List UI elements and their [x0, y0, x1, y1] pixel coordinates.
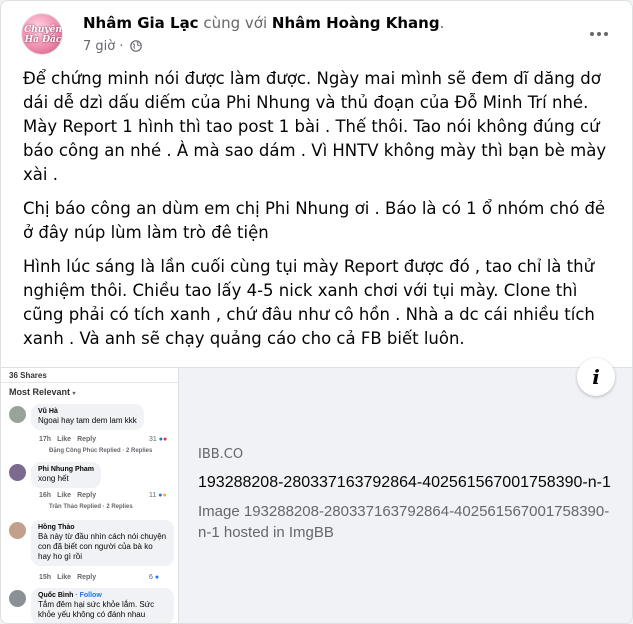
post-text: Để chứng minh nói được làm được. Ngày ma…	[23, 67, 615, 361]
comment-text: Ngoai hay tam dem lam kkk	[38, 416, 137, 425]
comment-actions: 16h Like Reply	[39, 492, 97, 499]
comment-bubble: Vũ Hà Ngoai hay tam dem lam kkk	[31, 404, 144, 430]
comment-reactions: 31 ●●	[149, 436, 168, 443]
link-meta[interactable]: IBB.CO 193288208-280337163792864-4025615…	[198, 446, 618, 543]
post-time[interactable]: 7 giờ	[83, 39, 115, 54]
comment-text: Tắm đêm hại sức khỏe lắm. Sức khỏe yếu k…	[38, 600, 155, 619]
commenter-avatar	[9, 464, 26, 481]
comment-actions: 15h Like Reply	[39, 574, 97, 581]
comment-replies: Trần Thảo Replied · 2 Replies	[49, 504, 133, 510]
commenter-name: Phi Nhung Pham	[38, 466, 94, 473]
comment-reactions: 11 ●●	[149, 492, 167, 499]
comment-bubble: Hồng Thảo Bà này từ đầu nhìn cách nói ch…	[31, 520, 174, 566]
commenter-avatar	[9, 590, 26, 607]
post-header: Chuyện Hà Đắc Nhâm Gia Lạc cùng với Nhâm…	[1, 1, 632, 67]
comment-reactions: 6 ●	[149, 574, 160, 581]
comment-replies: Đặng Công Phúc Replied · 2 Replies	[49, 448, 153, 454]
thumb-sort-label: Most Relevant ▾	[9, 387, 76, 397]
commenter-avatar	[9, 522, 26, 539]
comment-text: Bà này từ đầu nhìn cách nói chuyện con đ…	[38, 532, 167, 561]
link-attachment[interactable]: 36 Shares Most Relevant ▾ Vũ Hà Ngoai ha…	[1, 367, 632, 623]
tagged-user-name[interactable]: Nhâm Hoàng Khang	[272, 14, 440, 32]
link-thumbnail[interactable]: 36 Shares Most Relevant ▾ Vũ Hà Ngoai ha…	[1, 368, 179, 623]
comment-bubble: Phi Nhung Pham xong hết	[31, 462, 101, 488]
commenter-avatar	[9, 406, 26, 423]
post-author-line: Nhâm Gia Lạc cùng với Nhâm Hoàng Khang.	[83, 13, 444, 33]
facebook-post: Chuyện Hà Đắc Nhâm Gia Lạc cùng với Nhâm…	[0, 0, 633, 624]
post-paragraph: Để chứng minh nói được làm được. Ngày ma…	[23, 69, 607, 184]
tagged-suffix: .	[439, 14, 445, 32]
thumb-divider	[1, 382, 178, 383]
meta-separator: ·	[119, 39, 124, 54]
author-avatar[interactable]: Chuyện Hà Đắc	[21, 13, 63, 55]
commenter-name: Hồng Thảo	[38, 524, 75, 531]
link-title[interactable]: 193288208-280337163792864-40256156700175…	[198, 472, 618, 494]
link-domain: IBB.CO	[198, 447, 244, 462]
chevron-down-icon: ▾	[72, 391, 76, 397]
globe-icon[interactable]	[129, 40, 142, 58]
avatar-logo: Chuyện Hà Đắc	[24, 25, 62, 45]
more-options-icon[interactable]	[588, 23, 610, 45]
post-paragraph: Hình lúc sáng là lần cuối cùng tụi mày R…	[23, 257, 595, 348]
link-description: Image 193288208-280337163792864-40256156…	[198, 503, 610, 541]
post-paragraph: Chị báo công an dùm em chị Phi Nhung ơi …	[23, 199, 606, 242]
thumb-shares-count: 36 Shares	[9, 371, 47, 380]
author-name[interactable]: Nhâm Gia Lạc	[83, 14, 199, 32]
comment-bubble: Quốc Bình · Follow Tắm đêm hại sức khỏe …	[31, 588, 174, 623]
comment-actions: 17h Like Reply	[39, 436, 97, 443]
comment-text: xong hết	[38, 474, 69, 483]
commenter-name: Vũ Hà	[38, 408, 58, 415]
post-meta: 7 giờ ·	[83, 38, 142, 58]
with-text: cùng với	[203, 14, 268, 32]
info-icon[interactable]: i	[577, 358, 615, 396]
commenter-name: Quốc Bình · Follow	[38, 592, 102, 599]
